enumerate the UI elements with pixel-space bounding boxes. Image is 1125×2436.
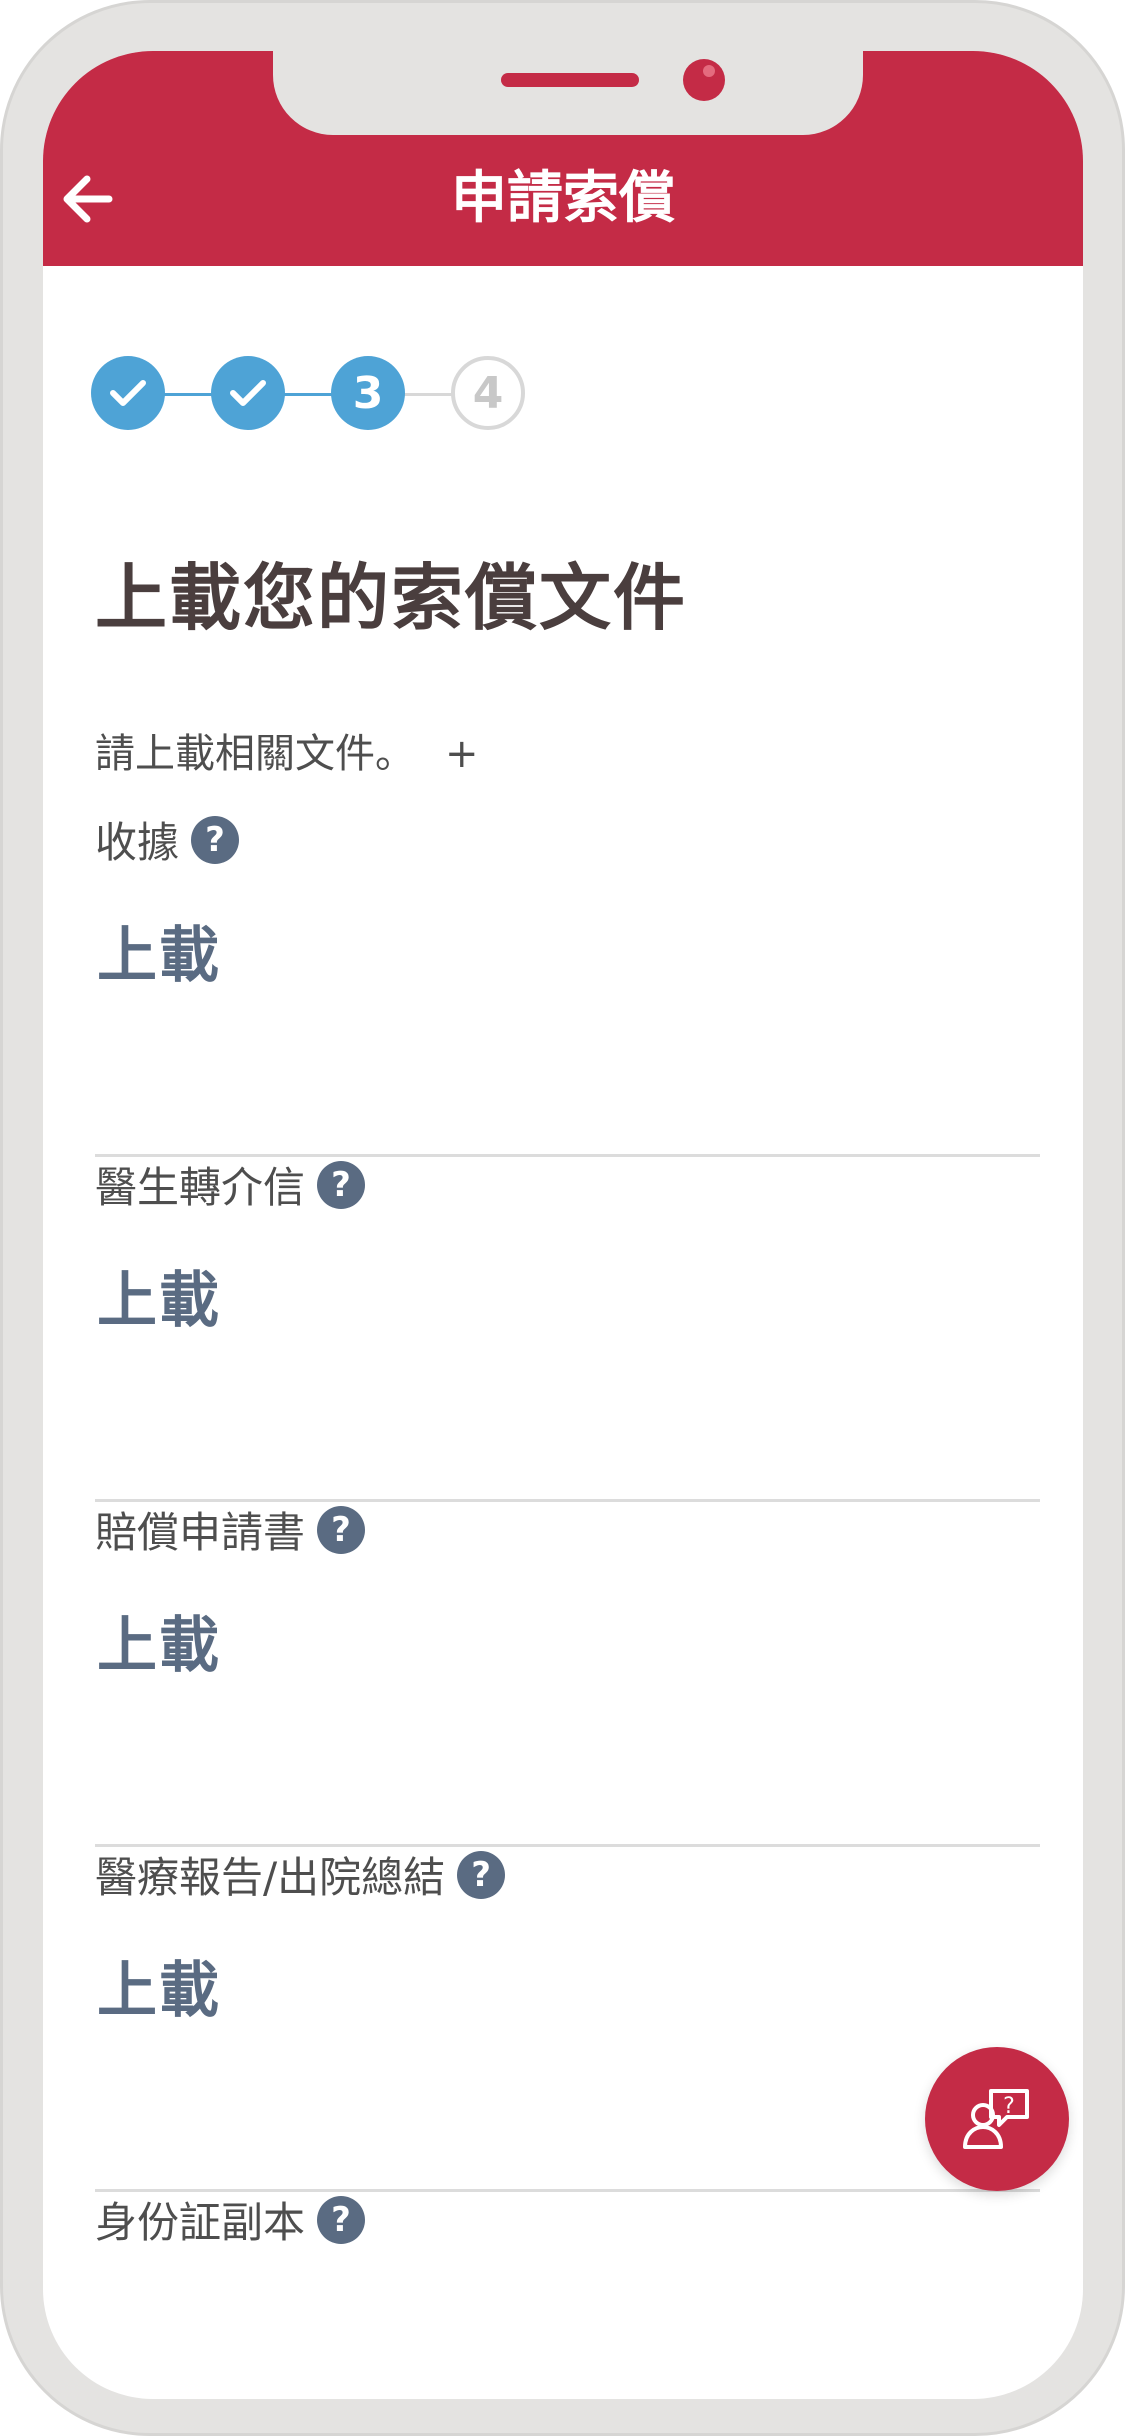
help-question-icon[interactable]: ? (317, 1505, 366, 1554)
instruction-text: 請上載相關文件。 + (95, 721, 479, 779)
document-label: 醫生轉介信 (95, 1163, 306, 1212)
progress-stepper: 3 4 (91, 356, 531, 432)
svg-text:?: ? (1003, 2094, 1015, 2119)
document-row-claim-form: 賠償申請書 ? 上載 (95, 1499, 1040, 1847)
document-row-id-copy: 身份証副本 ? (95, 2189, 1040, 2399)
page-title: 申請索償 (451, 166, 675, 231)
document-label: 醫療報告/出院總結 (95, 1853, 446, 1902)
instruction-label: 請上載相關文件。 (95, 731, 415, 777)
document-row-referral-letter: 醫生轉介信 ? 上載 (95, 1154, 1040, 1502)
document-row-medical-report: 醫療報告/出院總結 ? 上載 (95, 1844, 1040, 2192)
speaker-grille (501, 73, 639, 87)
upload-button[interactable]: 上載 (97, 907, 221, 994)
app-screen: 申請索償 3 4 上載您的索償文件 請上載相關文件。 + 收據 ? 上載 醫生轉… (43, 51, 1083, 2399)
phone-notch (273, 51, 863, 135)
upload-button[interactable]: 上載 (97, 1252, 221, 1339)
section-heading: 上載您的索償文件 (95, 556, 688, 640)
help-question-icon[interactable]: ? (317, 1160, 366, 1209)
document-row-receipt: 收據 ? 上載 (95, 809, 1040, 1157)
help-question-icon[interactable]: ? (457, 1850, 506, 1899)
chat-support-icon: ? (963, 2089, 1029, 2149)
document-label: 身份証副本 (95, 2198, 306, 2247)
camera-icon (683, 59, 725, 101)
step-1-complete (91, 356, 165, 430)
help-question-icon[interactable]: ? (191, 815, 240, 864)
upload-button[interactable]: 上載 (97, 1597, 221, 1684)
expand-plus-icon[interactable]: + (445, 731, 479, 777)
step-4-pending: 4 (451, 356, 525, 430)
app-header: 申請索償 (43, 51, 1083, 266)
document-label: 賠償申請書 (95, 1508, 306, 1557)
phone-frame: 申請索償 3 4 上載您的索償文件 請上載相關文件。 + 收據 ? 上載 醫生轉… (0, 0, 1125, 2436)
step-3-current: 3 (331, 356, 405, 430)
upload-button[interactable]: 上載 (97, 1942, 221, 2029)
checkmark-icon (110, 380, 146, 406)
document-label: 收據 (95, 818, 180, 867)
checkmark-icon (230, 380, 266, 406)
chat-support-button[interactable]: ? (925, 2047, 1069, 2191)
help-question-icon[interactable]: ? (317, 2195, 366, 2244)
step-2-complete (211, 356, 285, 430)
